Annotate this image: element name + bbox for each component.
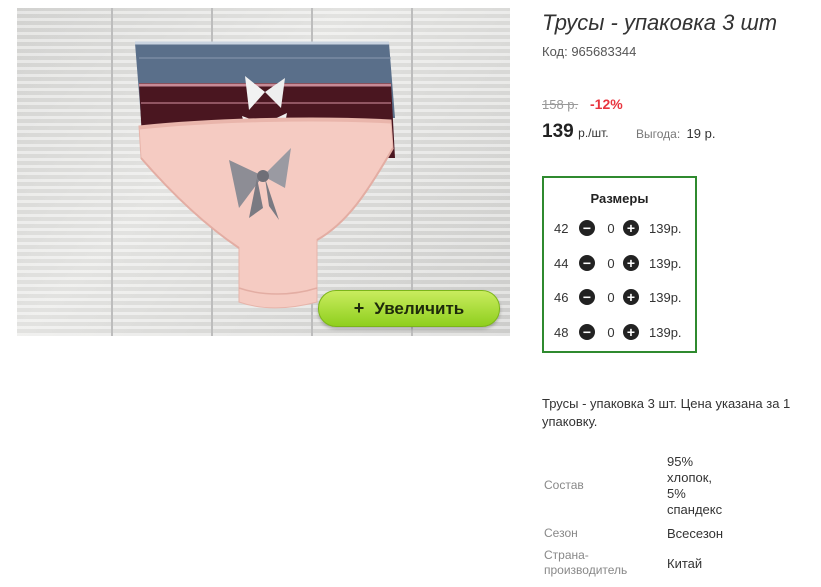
size-price: 139р. <box>649 220 682 236</box>
plus-circle-icon[interactable]: + <box>623 220 639 236</box>
spec-label-season: Сезон <box>544 526 578 540</box>
benefit-value: 19 р. <box>686 126 716 141</box>
price-row: 139 р./шт. <box>542 121 609 143</box>
quantity-value: 0 <box>607 220 615 236</box>
minus-circle-icon[interactable]: − <box>579 255 595 271</box>
size-label: 42 <box>554 220 569 236</box>
size-price: 139р. <box>649 324 682 340</box>
size-price: 139р. <box>649 255 682 271</box>
discount-badge: -12% <box>590 96 623 112</box>
old-price: 158 р. <box>542 97 579 112</box>
current-price: 139 <box>542 121 574 142</box>
benefit-label: Выгода: <box>636 127 681 141</box>
product-description: Трусы - упаковка 3 шт. Цена указана за 1… <box>542 396 791 429</box>
price-unit: р./шт. <box>578 126 609 140</box>
minus-circle-icon[interactable]: − <box>579 220 595 236</box>
zoom-button[interactable]: + Увеличить <box>318 290 500 327</box>
spec-value-composition: 95% хлопок, 5% спандекс <box>667 454 723 517</box>
spec-value-season: Всесезон <box>667 526 724 541</box>
size-label: 46 <box>554 289 569 305</box>
size-price: 139р. <box>649 289 682 305</box>
plus-icon: + <box>353 298 365 318</box>
zoom-button-label: Увеличить <box>374 298 465 318</box>
spec-value-country: Китай <box>667 556 703 571</box>
product-photo[interactable]: + Увеличить <box>17 8 510 336</box>
spec-label-country: Страна-производитель <box>544 548 628 577</box>
spec-label-composition: Состав <box>544 478 584 492</box>
sizes-panel: Размеры 42 − 0 + 139р. 44 − 0 + 139р. 46… <box>542 176 697 353</box>
minus-circle-icon[interactable]: − <box>579 324 595 340</box>
plus-circle-icon[interactable]: + <box>623 289 639 305</box>
plus-circle-icon[interactable]: + <box>623 255 639 271</box>
benefit: Выгода: 19 р. <box>636 126 715 141</box>
sizes-title: Размеры <box>590 191 649 206</box>
quantity-value: 0 <box>607 255 615 271</box>
plus-circle-icon[interactable]: + <box>623 324 639 340</box>
product-image-illustration <box>135 41 395 309</box>
size-label: 44 <box>554 255 569 271</box>
minus-circle-icon[interactable]: − <box>579 289 595 305</box>
product-code: Код: 965683344 <box>542 44 637 59</box>
quantity-value: 0 <box>607 324 615 340</box>
product-title: Трусы - упаковка 3 шт <box>542 10 778 35</box>
size-label: 48 <box>554 324 569 340</box>
quantity-value: 0 <box>607 289 615 305</box>
